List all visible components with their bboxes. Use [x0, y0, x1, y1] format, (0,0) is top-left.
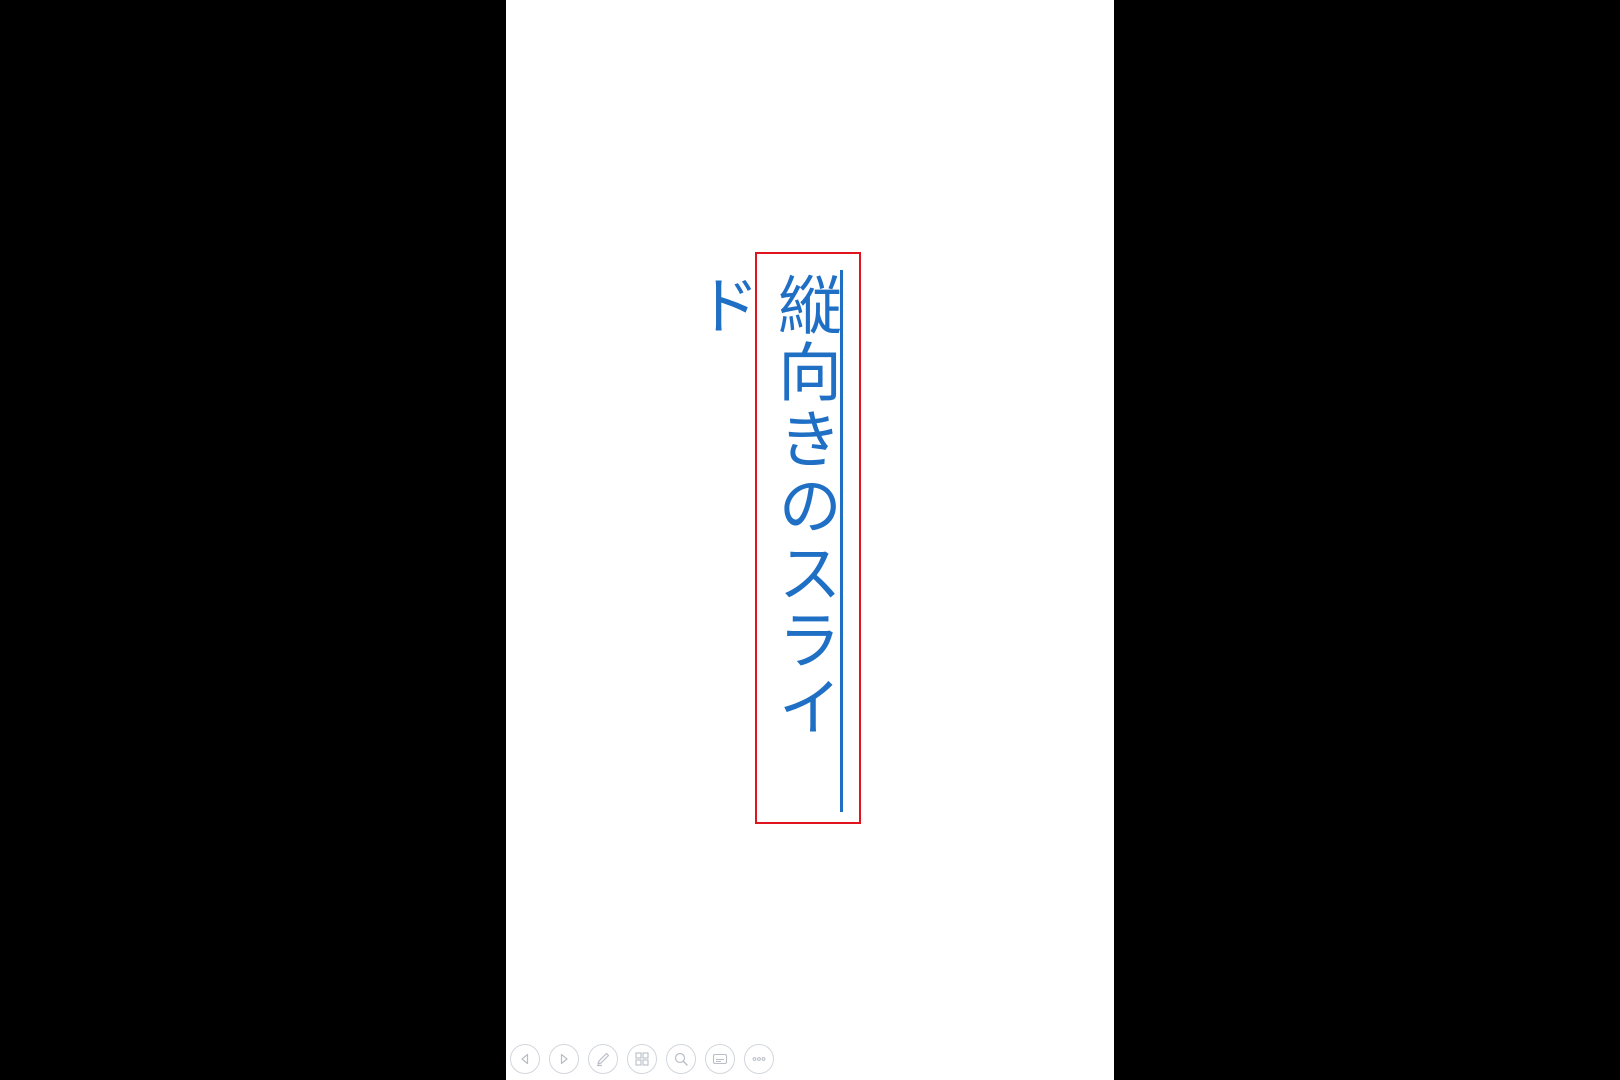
subtitles-icon: [712, 1053, 728, 1065]
text-cursor-line: [840, 270, 843, 812]
slideshow-toolbar: [510, 1042, 774, 1076]
next-slide-button[interactable]: [549, 1044, 579, 1074]
triangle-right-icon: [560, 1053, 568, 1065]
selection-highlight-box: 縦向きのスライド: [685, 252, 861, 824]
more-options-button[interactable]: [744, 1044, 774, 1074]
slides-grid-icon: [635, 1052, 649, 1066]
pen-tool-button[interactable]: [588, 1044, 618, 1074]
previous-slide-button[interactable]: [510, 1044, 540, 1074]
pen-icon: [597, 1052, 610, 1067]
subtitles-button[interactable]: [705, 1044, 735, 1074]
portrait-slide[interactable]: 縦向きのスライド: [506, 0, 1114, 1080]
zoom-button[interactable]: [666, 1044, 696, 1074]
triangle-left-icon: [521, 1053, 529, 1065]
ellipsis-icon: [752, 1057, 766, 1061]
see-all-slides-button[interactable]: [627, 1044, 657, 1074]
presentation-screen: 縦向きのスライド: [0, 0, 1620, 1080]
magnifier-icon: [674, 1052, 688, 1066]
vertical-title-text[interactable]: 縦向きのスライド: [685, 272, 845, 807]
